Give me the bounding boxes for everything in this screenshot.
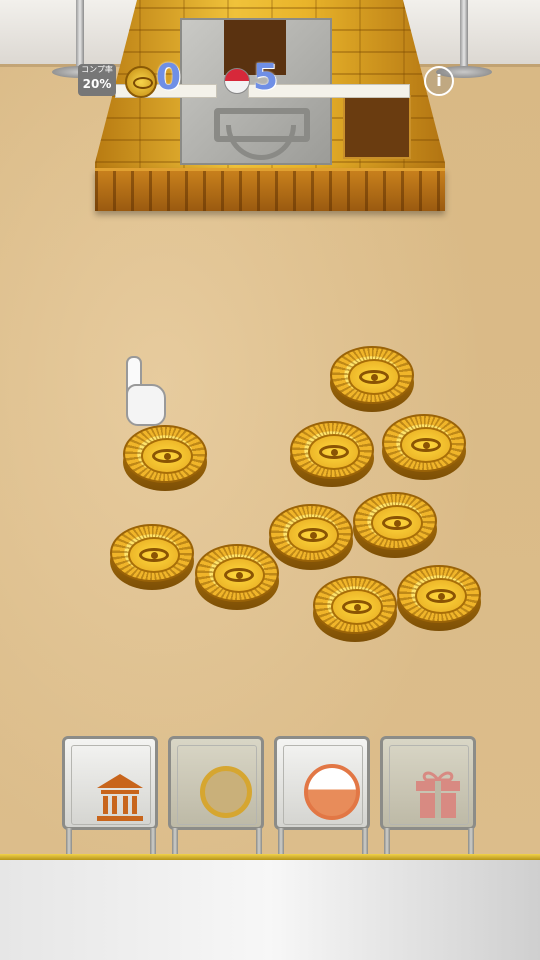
capsule-button[interactable] bbox=[274, 736, 370, 830]
gift-button[interactable] bbox=[380, 736, 476, 830]
bottom-menu bbox=[0, 730, 540, 860]
pointing-hand-icon bbox=[120, 356, 166, 426]
gift-icon bbox=[416, 771, 460, 818]
capsule-icon bbox=[304, 764, 360, 820]
completion-rate-badge: コンプ率 20% bbox=[78, 64, 116, 96]
eye-coin-icon[interactable] bbox=[353, 492, 437, 558]
info-button[interactable]: i bbox=[424, 66, 454, 96]
coin-count: 0 bbox=[156, 57, 182, 98]
eye-coin-icon[interactable] bbox=[313, 576, 397, 642]
door-arc bbox=[226, 125, 296, 160]
capsule-counter-icon bbox=[224, 68, 250, 94]
museum-icon bbox=[97, 774, 143, 821]
rope-pole-right bbox=[460, 0, 468, 72]
completion-value: 20% bbox=[82, 77, 112, 91]
museum-button[interactable] bbox=[62, 736, 158, 830]
pyramid-base bbox=[95, 168, 445, 211]
prize-outlet bbox=[343, 95, 411, 159]
eye-coin-icon[interactable] bbox=[110, 524, 194, 590]
eye-coin-icon[interactable] bbox=[269, 504, 353, 570]
coin-collection-button[interactable] bbox=[168, 736, 264, 830]
eye-coin-icon[interactable] bbox=[330, 346, 414, 412]
pyramid-machine bbox=[95, 0, 445, 211]
eye-coin-icon[interactable] bbox=[397, 565, 481, 631]
coin-icon bbox=[200, 766, 252, 818]
rope-pole-left bbox=[76, 0, 84, 72]
coin-counter-icon bbox=[125, 66, 157, 98]
eye-coin-icon[interactable] bbox=[290, 421, 374, 487]
game-scene: コンプ率 20% 0 5 i bbox=[0, 0, 540, 960]
eye-coin-icon[interactable] bbox=[195, 544, 279, 610]
completion-label: コンプ率 bbox=[81, 65, 113, 74]
bottom-panel bbox=[0, 860, 540, 960]
capsule-count: 5 bbox=[253, 57, 279, 98]
eye-coin-icon[interactable] bbox=[123, 425, 207, 491]
eye-coin-icon[interactable] bbox=[382, 414, 466, 480]
